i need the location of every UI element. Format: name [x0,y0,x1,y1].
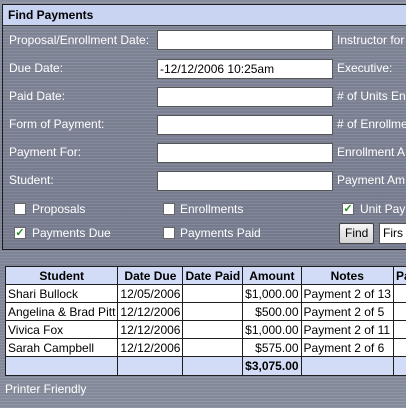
amount-cell: $575.00 [242,338,302,357]
date-paid-cell [182,302,244,321]
enrollments-label: Enrollments [180,202,244,216]
table-row[interactable]: Angelina & Brad Pitt 12/12/2006 $500.00 … [4,302,406,321]
amount-cell: $500.00 [242,302,302,321]
student-field[interactable] [157,171,333,191]
student-cell: Shari Bullock [4,284,119,303]
date-paid-cell [182,284,244,303]
find-button[interactable]: Find [339,223,375,244]
payments-due-label: Payments Due [32,226,111,240]
panel-title: Find Payments [3,5,406,26]
checkmark-icon: ✓ [343,203,353,215]
payment-amount-label: Payment Am [337,173,406,187]
paid-date-field[interactable] [157,87,333,107]
proposal-date-label: Proposal/Enrollment Date: [9,33,150,47]
enrollments-checkbox[interactable] [163,203,175,215]
column-header-amount[interactable]: Amount [242,266,302,285]
pa-cell [392,284,406,303]
total-empty-cell [300,356,394,376]
total-empty-cell [4,356,119,376]
form-of-payment-label: Form of Payment: [9,117,105,131]
proposals-checkbox[interactable] [14,203,26,215]
proposals-label: Proposals [32,202,86,216]
units-label: # of Units En [337,89,406,103]
enrollment-amount-label: Enrollment A [337,145,406,159]
paid-date-label: Paid Date: [9,89,66,103]
student-label: Student: [9,173,54,187]
column-header-pa[interactable]: Pa [392,266,406,285]
total-empty-cell [392,356,406,376]
table-row[interactable]: Vivica Fox 12/12/2006 $1,000.00 Payment … [4,320,406,339]
notes-cell: Payment 2 of 13 [300,284,394,303]
payments-table: Student Date Due Date Paid Amount Notes … [4,266,406,376]
form-of-payment-field[interactable] [157,115,333,135]
table-row[interactable]: Sarah Campbell 12/12/2006 $575.00 Paymen… [4,338,406,357]
pa-cell [392,320,406,339]
student-cell: Vivica Fox [4,320,119,339]
due-date-label: Due Date: [9,61,64,75]
date-due-cell: 12/12/2006 [117,338,184,357]
enrollments-count-label: # of Enrollme [337,117,406,131]
notes-cell: Payment 2 of 5 [300,302,394,321]
payment-for-field[interactable] [157,143,333,163]
total-empty-cell [182,356,244,376]
column-header-date-paid[interactable]: Date Paid [182,266,244,285]
unit-pay-checkbox[interactable]: ✓ [342,203,354,215]
date-due-cell: 12/05/2006 [117,284,184,303]
column-header-date-due[interactable]: Date Due [117,266,184,285]
find-payments-panel: Find Payments Proposal/Enrollment Date: … [2,4,406,250]
amount-cell: $1,000.00 [242,284,302,303]
unit-pay-label: Unit Pay [360,202,406,216]
pa-cell [392,302,406,321]
instructor-label: Instructor for [337,33,405,47]
executive-label: Executive: [337,61,393,75]
notes-cell: Payment 2 of 11 [300,320,394,339]
table-row[interactable]: Shari Bullock 12/05/2006 $1,000.00 Payme… [4,284,406,303]
student-cell: Angelina & Brad Pitt [4,302,119,321]
payments-paid-checkbox[interactable] [163,227,175,239]
column-header-notes[interactable]: Notes [300,266,394,285]
table-total-row: $3,075.00 [4,356,406,376]
column-header-student[interactable]: Student [4,266,119,285]
date-due-cell: 12/12/2006 [117,302,184,321]
payments-paid-label: Payments Paid [180,226,261,240]
checkmark-icon: ✓ [15,227,25,239]
notes-cell: Payment 2 of 6 [300,338,394,357]
total-empty-cell [117,356,184,376]
proposal-date-field[interactable] [157,30,333,50]
due-date-field[interactable]: -12/12/2006 10:25am [157,59,333,79]
printer-friendly-link[interactable]: Printer Friendly [5,382,86,396]
sort-select[interactable]: Firs [379,223,406,244]
student-cell: Sarah Campbell [4,338,119,357]
date-due-cell: 12/12/2006 [117,320,184,339]
amount-cell: $1,000.00 [242,320,302,339]
date-paid-cell [182,320,244,339]
table-header-row: Student Date Due Date Paid Amount Notes … [4,266,406,285]
date-paid-cell [182,338,244,357]
pa-cell [392,338,406,357]
payments-due-checkbox[interactable]: ✓ [14,227,26,239]
total-amount-cell: $3,075.00 [242,356,302,376]
payment-for-label: Payment For: [9,145,82,159]
